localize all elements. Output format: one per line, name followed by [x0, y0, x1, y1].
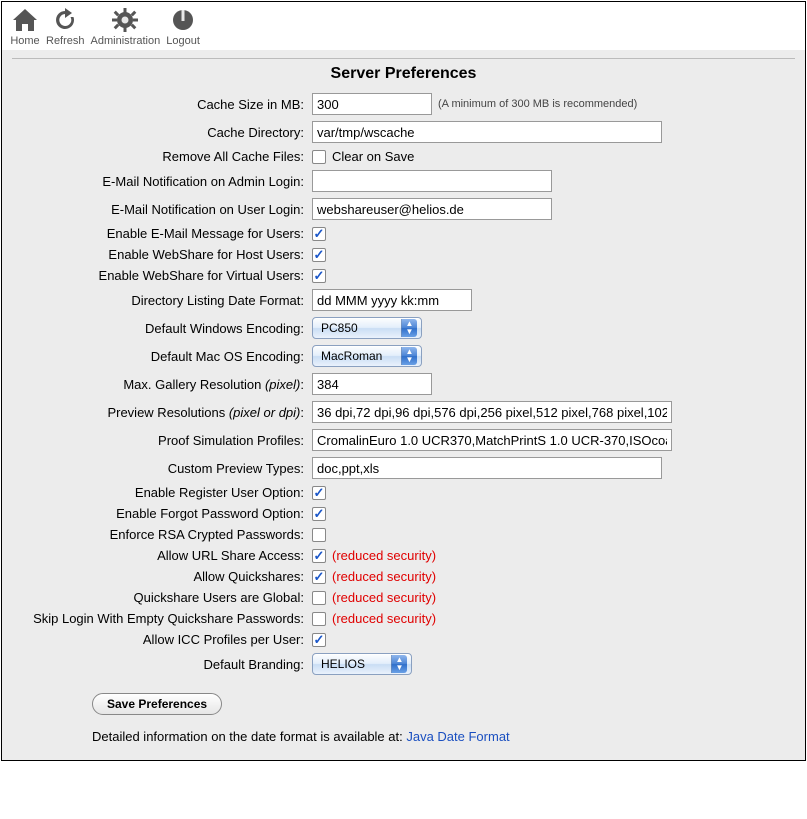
toolbar-label: Administration — [91, 35, 161, 47]
logout-icon — [166, 6, 200, 34]
mac-encoding-select[interactable]: MacRoman ▲▼ — [312, 345, 422, 367]
chevron-updown-icon: ▲▼ — [401, 347, 417, 365]
label-enable-email-msg: Enable E-Mail Message for Users: — [12, 226, 312, 241]
label-default-branding: Default Branding: — [12, 657, 312, 672]
max-gallery-input[interactable] — [312, 373, 432, 395]
home-icon — [10, 6, 40, 34]
clear-on-save-checkbox[interactable] — [312, 150, 326, 164]
label-cache-size: Cache Size in MB: — [12, 97, 312, 112]
label-custom-preview: Custom Preview Types: — [12, 461, 312, 476]
proof-profiles-input[interactable] — [312, 429, 672, 451]
label-mac-encoding: Default Mac OS Encoding: — [12, 349, 312, 364]
label-cache-dir: Cache Directory: — [12, 125, 312, 140]
skip-login-empty-checkbox[interactable] — [312, 612, 326, 626]
label-enable-ws-virtual: Enable WebShare for Virtual Users: — [12, 268, 312, 283]
refresh-button[interactable]: Refresh — [44, 6, 87, 47]
label-win-encoding: Default Windows Encoding: — [12, 321, 312, 336]
refresh-icon — [46, 6, 85, 34]
label-remove-cache: Remove All Cache Files: — [12, 149, 312, 164]
allow-quickshares-checkbox[interactable] — [312, 570, 326, 584]
chevron-updown-icon: ▲▼ — [401, 319, 417, 337]
enable-ws-virtual-checkbox[interactable] — [312, 269, 326, 283]
label-max-gallery: Max. Gallery Resolution (pixel): — [12, 377, 312, 392]
allow-icc-checkbox[interactable] — [312, 633, 326, 647]
chevron-updown-icon: ▲▼ — [391, 655, 407, 673]
cache-size-hint: (A minimum of 300 MB is recommended) — [438, 98, 637, 110]
default-branding-value: HELIOS — [321, 657, 365, 671]
toolbar-label: Refresh — [46, 35, 85, 47]
label-quickshare-global: Quickshare Users are Global: — [12, 590, 312, 605]
toolbar: Home Refresh Administration Logout — [2, 2, 805, 49]
reduced-security-note: (reduced security) — [332, 611, 436, 626]
label-enable-ws-host: Enable WebShare for Host Users: — [12, 247, 312, 262]
reduced-security-note: (reduced security) — [332, 569, 436, 584]
win-encoding-value: PC850 — [321, 321, 358, 335]
label-preview-res: Preview Resolutions (pixel or dpi): — [12, 405, 312, 420]
logout-button[interactable]: Logout — [164, 6, 202, 47]
label-enable-forgot: Enable Forgot Password Option: — [12, 506, 312, 521]
reduced-security-note: (reduced security) — [332, 548, 436, 563]
page-title: Server Preferences — [12, 65, 795, 83]
label-allow-quickshares: Allow Quickshares: — [12, 569, 312, 584]
cache-size-input[interactable] — [312, 93, 432, 115]
enforce-rsa-checkbox[interactable] — [312, 528, 326, 542]
divider — [12, 58, 795, 59]
label-dir-date-fmt: Directory Listing Date Format: — [12, 293, 312, 308]
enable-forgot-checkbox[interactable] — [312, 507, 326, 521]
preview-res-input[interactable] — [312, 401, 672, 423]
email-user-input[interactable] — [312, 198, 552, 220]
label-allow-url-share: Allow URL Share Access: — [12, 548, 312, 563]
footer-text: Detailed information on the date format … — [92, 729, 795, 744]
reduced-security-note: (reduced security) — [332, 590, 436, 605]
home-button[interactable]: Home — [8, 6, 42, 47]
label-enable-register: Enable Register User Option: — [12, 485, 312, 500]
label-email-user: E-Mail Notification on User Login: — [12, 202, 312, 217]
java-date-format-link[interactable]: Java Date Format — [406, 729, 509, 744]
quickshare-global-checkbox[interactable] — [312, 591, 326, 605]
toolbar-label: Logout — [166, 35, 200, 47]
email-admin-input[interactable] — [312, 170, 552, 192]
default-branding-select[interactable]: HELIOS ▲▼ — [312, 653, 412, 675]
label-proof-profiles: Proof Simulation Profiles: — [12, 433, 312, 448]
label-enforce-rsa: Enforce RSA Crypted Passwords: — [12, 527, 312, 542]
dir-date-fmt-input[interactable] — [312, 289, 472, 311]
enable-email-msg-checkbox[interactable] — [312, 227, 326, 241]
gear-icon — [91, 6, 161, 34]
enable-ws-host-checkbox[interactable] — [312, 248, 326, 262]
cache-dir-input[interactable] — [312, 121, 662, 143]
enable-register-checkbox[interactable] — [312, 486, 326, 500]
administration-button[interactable]: Administration — [89, 6, 163, 47]
win-encoding-select[interactable]: PC850 ▲▼ — [312, 317, 422, 339]
label-email-admin: E-Mail Notification on Admin Login: — [12, 174, 312, 189]
clear-on-save-label: Clear on Save — [332, 149, 414, 164]
label-allow-icc: Allow ICC Profiles per User: — [12, 632, 312, 647]
toolbar-label: Home — [10, 35, 40, 47]
save-preferences-button[interactable]: Save Preferences — [92, 693, 222, 715]
allow-url-share-checkbox[interactable] — [312, 549, 326, 563]
mac-encoding-value: MacRoman — [321, 349, 382, 363]
custom-preview-input[interactable] — [312, 457, 662, 479]
label-skip-login-empty: Skip Login With Empty Quickshare Passwor… — [12, 611, 312, 626]
